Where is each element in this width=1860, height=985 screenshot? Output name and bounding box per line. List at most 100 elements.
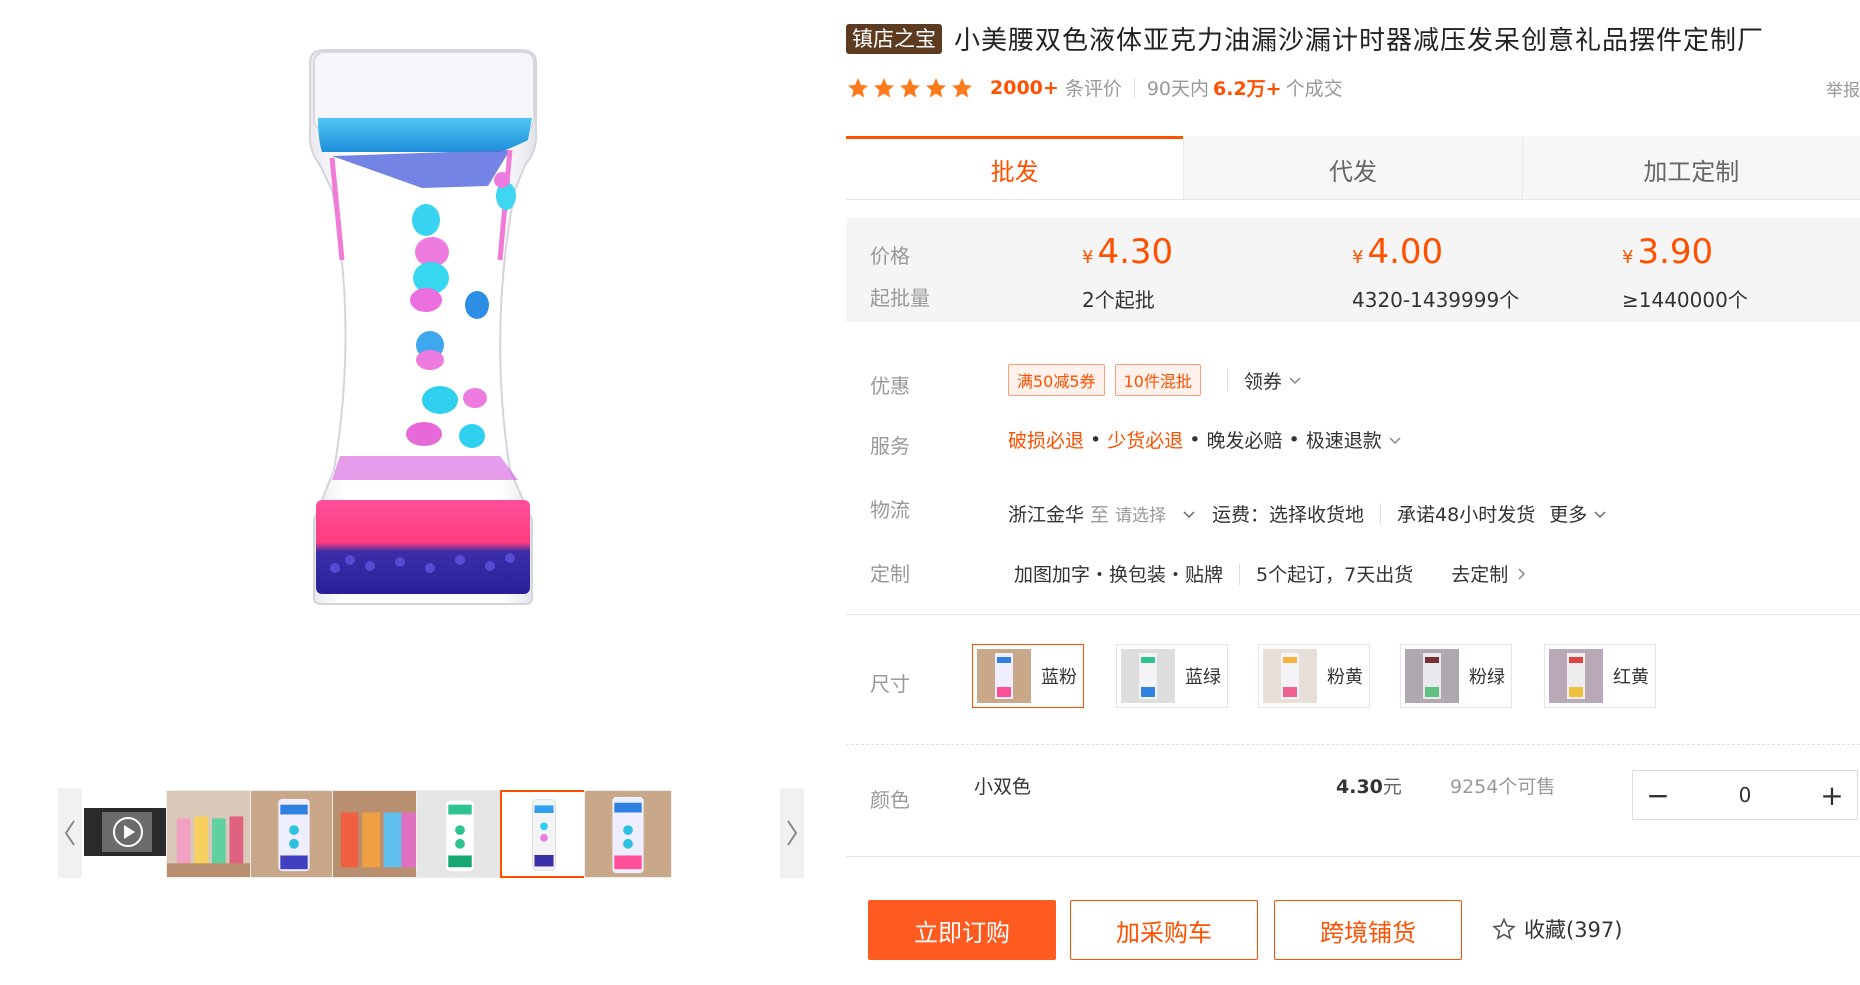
star-outline-icon [1492, 917, 1516, 940]
chevron-down-icon [1183, 510, 1195, 518]
sku-thumbnail [1121, 649, 1175, 703]
thumbnail-3[interactable] [332, 790, 420, 878]
tab-wholesale[interactable]: 批发 [846, 136, 1184, 199]
review-count[interactable]: 2000+ [990, 77, 1059, 99]
color-name: 小双色 [974, 776, 1032, 798]
product-title: 小美腰双色液体亚克力油漏沙漏计时器减压发呆创意礼品摆件定制厂 [954, 26, 1765, 56]
custom-options: 加图加字・换包装・贴牌 [1014, 564, 1224, 586]
get-coupon-dropdown[interactable]: 领券 [1244, 367, 1302, 394]
chevron-down-icon [1289, 377, 1301, 385]
tier-price: 3.90 [1637, 232, 1714, 272]
destination-select[interactable]: 请选择 [1115, 501, 1196, 526]
shipping-fee: 运费：选择收货地 [1212, 504, 1365, 526]
unit-price: 4.30元 [1336, 772, 1402, 799]
unit-price-unit: 元 [1382, 776, 1402, 798]
thumbnail-5[interactable] [500, 790, 588, 878]
size-option-pink-yellow[interactable]: 粉黄 [1258, 644, 1370, 708]
price-tier-2: ¥4.00 4320-1439999个 [1352, 232, 1519, 313]
qty-minus-button[interactable]: − [1633, 771, 1683, 819]
go-customize-link[interactable]: 去定制 [1451, 560, 1528, 587]
currency-symbol: ¥ [1082, 247, 1094, 268]
price-tier-3: ¥3.90 ≥1440000个 [1622, 232, 1748, 313]
discount-row: 满50减5券 10件混批 领券 [1008, 364, 1302, 396]
size-option-label: 粉绿 [1469, 667, 1505, 688]
sku-thumbnail [1405, 649, 1459, 703]
sku-thumbnail [1263, 649, 1317, 703]
service-item: 晚发必赔 [1206, 430, 1283, 452]
rating-row: 2000+ 条评价 90天内 6.2万+ 个成交 [846, 74, 1343, 101]
coupon-badge[interactable]: 满50减5券 [1008, 364, 1105, 396]
title-row: 镇店之宝 小美腰双色液体亚克力油漏沙漏计时器减压发呆创意礼品摆件定制厂 [846, 20, 1764, 57]
thumbnail-4[interactable] [416, 790, 504, 878]
add-to-cart-button[interactable]: 加采购车 [1070, 900, 1258, 960]
coupon-badge[interactable]: 10件混批 [1114, 364, 1201, 396]
star-icon [952, 77, 972, 97]
video-thumbnail[interactable] [84, 808, 172, 856]
unit-price-value: 4.30 [1336, 776, 1383, 798]
buy-now-button[interactable]: 立即订购 [868, 900, 1056, 960]
divider [1133, 77, 1135, 98]
thumbnail-6[interactable] [584, 790, 672, 878]
sales-suffix: 个成交 [1285, 78, 1343, 100]
discount-label: 优惠 [870, 374, 910, 398]
tab-custom[interactable]: 加工定制 [1521, 136, 1860, 199]
sku-thumbnail [1549, 649, 1603, 703]
tier-price: 4.30 [1097, 232, 1174, 272]
more-label: 更多 [1549, 504, 1588, 526]
sku-thumbnail [977, 649, 1031, 703]
price-box: 价格 起批量 ¥4.30 2个起批 ¥4.00 4320-1439999个 ¥3… [846, 218, 1860, 322]
service-row: 破损必退 • 少货必退 • 晚发必赔 • 极速退款 [1008, 426, 1402, 453]
logistics-more-dropdown[interactable]: 更多 [1549, 500, 1607, 527]
favorite-label: 收藏(397) [1524, 918, 1623, 942]
divider [1239, 562, 1241, 585]
price-label: 价格 [870, 244, 910, 268]
service-item: 少货必退 [1107, 430, 1184, 452]
ship-to-label: 至 [1090, 504, 1110, 526]
tab-dropship[interactable]: 代发 [1183, 136, 1522, 199]
qty-input[interactable]: 0 [1683, 783, 1807, 807]
sales-prefix: 90天内 [1146, 78, 1210, 100]
thumbnail-1[interactable] [166, 790, 254, 878]
get-coupon-label: 领券 [1243, 370, 1282, 393]
tier-qty: ≥1440000个 [1622, 288, 1748, 312]
service-more-dropdown[interactable]: 极速退款 [1306, 426, 1402, 453]
favorite-button[interactable]: 收藏(397) [1492, 914, 1622, 944]
cross-border-button[interactable]: 跨境铺货 [1274, 900, 1462, 960]
star-rating [846, 76, 976, 100]
size-option-label: 蓝粉 [1041, 667, 1077, 688]
divider [1380, 502, 1382, 525]
purchase-tabs: 批发 代发 加工定制 [846, 136, 1860, 200]
quantity-stepper: − 0 + [1632, 770, 1858, 820]
destination-placeholder: 请选择 [1115, 506, 1167, 526]
chevron-down-icon [1594, 510, 1606, 518]
custom-terms: 5个起订，7天出货 [1256, 564, 1414, 586]
thumb-prev-button[interactable] [58, 788, 82, 878]
ship-origin: 浙江金华 [1008, 504, 1085, 526]
section-divider [846, 856, 1860, 857]
report-link[interactable]: 举报 [1826, 76, 1860, 101]
ship-promise: 承诺48小时发货 [1397, 504, 1536, 526]
custom-label: 定制 [870, 562, 910, 586]
currency-symbol: ¥ [1352, 247, 1364, 268]
size-option-label: 粉黄 [1327, 667, 1363, 688]
star-icon [874, 77, 894, 97]
star-icon [900, 77, 920, 97]
qty-plus-button[interactable]: + [1807, 771, 1857, 819]
size-option-pink-green[interactable]: 粉绿 [1400, 644, 1512, 708]
service-item: 破损必退 [1008, 430, 1085, 452]
review-label: 条评价 [1064, 78, 1122, 100]
size-option-red-yellow[interactable]: 红黄 [1544, 644, 1656, 708]
currency-symbol: ¥ [1622, 247, 1634, 268]
thumbnail-strip [58, 788, 806, 878]
tier-qty: 4320-1439999个 [1352, 288, 1520, 312]
price-tier-1: ¥4.30 2个起批 [1082, 232, 1173, 313]
thumbnail-2[interactable] [250, 790, 338, 878]
shop-badge: 镇店之宝 [846, 23, 942, 54]
chevron-right-icon [1518, 567, 1526, 580]
thumb-next-button[interactable] [780, 788, 804, 878]
section-divider [846, 614, 1860, 615]
size-option-blue-green[interactable]: 蓝绿 [1116, 644, 1228, 708]
size-option-label: 蓝绿 [1185, 667, 1221, 688]
size-option-blue-pink[interactable]: 蓝粉 [972, 644, 1084, 708]
bullet-dot-icon: • [1189, 428, 1201, 451]
